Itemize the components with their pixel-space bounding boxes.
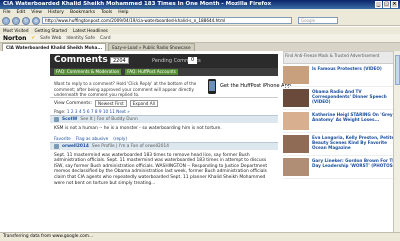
- menu-tools[interactable]: Tools: [101, 9, 112, 16]
- faq-accounts-link[interactable]: FAQ: HuffPost Accounts: [125, 69, 178, 75]
- menu-bar: File Edit View History Bookmarks Tools H…: [0, 9, 400, 16]
- page-content: Comments 2204 Pending Comments 0 FAQ: Co…: [0, 51, 400, 232]
- comment-meta[interactable]: See Profile | I'm a Fan of orwell2014: [92, 144, 169, 149]
- favorite-link[interactable]: Favorite: [54, 135, 71, 142]
- comment-actions: Favorite Flag as abusive (reply): [50, 135, 278, 142]
- tab-bar: CIA Waterboarded Khalid Sheikh Moha... E…: [0, 43, 400, 51]
- tab-public-radio[interactable]: Eazy-e-Load » Public Radio Showcase: [108, 43, 195, 51]
- bookmark-latest-headlines[interactable]: Latest Headlines: [73, 27, 108, 34]
- story-thumbnail[interactable]: [283, 112, 309, 130]
- window-title: CIA Waterboarded Khalid Sheikh Mohammed …: [3, 1, 272, 7]
- forward-button[interactable]: ›: [12, 16, 20, 25]
- comments-section: Comments 2204 Pending Comments 0 FAQ: Co…: [50, 54, 291, 189]
- sidebar-story[interactable]: Gary Lineker: Gordon Brown For The Day L…: [283, 156, 400, 179]
- menu-history[interactable]: History: [48, 9, 64, 16]
- search-input[interactable]: Google: [298, 17, 338, 24]
- navigation-toolbar: ‹ › ↻ ⌂ http://www.huffingtonpost.com/20…: [0, 16, 400, 26]
- status-bar: Transferring data from www.google.com...: [0, 232, 400, 241]
- norton-toolbar: Norton ✔ Safe Web Identity Safe Card: [0, 34, 400, 43]
- sidebar-story[interactable]: Is Famous Protesters (VIDEO): [283, 64, 400, 87]
- window-controls: _ □ ×: [375, 1, 398, 8]
- menu-bookmarks[interactable]: Bookmarks: [70, 9, 95, 16]
- story-title[interactable]: Katherine Heigl STARING On 'Grey's Anato…: [312, 112, 400, 130]
- tab-huffpost[interactable]: CIA Waterboarded Khalid Sheikh Moha...: [2, 43, 107, 51]
- sidebar: Find Anti-Freeze Mask & Trusted Advertis…: [283, 51, 400, 232]
- story-thumbnail[interactable]: [283, 66, 309, 84]
- sidebar-story[interactable]: Obama Radio And TV Correspondents' Dinne…: [283, 87, 400, 110]
- faq-comments-link[interactable]: FAQ: Comments & Moderation: [54, 69, 122, 75]
- norton-card[interactable]: Card: [100, 36, 111, 41]
- menu-help[interactable]: Help: [118, 9, 128, 16]
- comment-body: Sept. 11 mastermind was waterboarded 183…: [54, 152, 268, 186]
- story-title[interactable]: Is Famous Protesters (VIDEO): [312, 66, 382, 84]
- scrollbar-thumb[interactable]: [395, 55, 400, 85]
- iphone-app-link[interactable]: Get the HuffPost iPhone App: [220, 83, 291, 89]
- reply-link[interactable]: (reply): [113, 135, 127, 142]
- story-thumbnail[interactable]: [283, 135, 309, 153]
- pager-pages[interactable]: 1 2 3 4 5 6 7 8 9 10 11 Next »: [67, 109, 130, 114]
- story-title[interactable]: Gary Lineker: Gordon Brown For The Day L…: [312, 158, 400, 176]
- minimize-button[interactable]: _: [375, 1, 382, 8]
- faq-row: FAQ: Comments & Moderation FAQ: HuffPost…: [50, 68, 278, 76]
- user-avatar-icon: [54, 117, 59, 122]
- bookmark-getting-started[interactable]: Getting Started: [35, 27, 67, 34]
- sidebar-story[interactable]: Eva Longoria, Kelly Preston, Petite Beau…: [283, 133, 400, 156]
- page-scrollbar[interactable]: [393, 51, 400, 232]
- comment-meta[interactable]: See It | Fan of Buddy Dunn: [80, 117, 137, 122]
- maximize-button[interactable]: □: [383, 1, 390, 8]
- reload-button[interactable]: ↻: [22, 16, 30, 25]
- pager: Page: 1 2 3 4 5 6 7 8 9 10 11 Next »: [50, 108, 278, 115]
- back-button[interactable]: ‹: [2, 16, 10, 25]
- comment-header: ScotW See It | Fan of Buddy Dunn: [50, 115, 278, 123]
- window-titlebar: CIA Waterboarded Khalid Sheikh Mohammed …: [0, 0, 400, 9]
- status-text: Transferring data from www.google.com...: [3, 234, 94, 239]
- comment-user[interactable]: orwell2014: [62, 144, 89, 149]
- menu-view[interactable]: View: [31, 9, 42, 16]
- view-comments-label: View Comments:: [54, 100, 93, 106]
- story-thumbnail[interactable]: [283, 89, 309, 107]
- close-button[interactable]: ×: [391, 1, 398, 8]
- comments-count: 2204: [110, 57, 129, 64]
- menu-edit[interactable]: Edit: [17, 9, 26, 16]
- home-button[interactable]: ⌂: [32, 16, 40, 25]
- comments-header: Comments 2204 Pending Comments 0: [50, 54, 278, 68]
- norton-check-icon: ✔: [31, 35, 36, 41]
- comment-user[interactable]: ScotW: [62, 117, 77, 122]
- reply-promo: Want to reply to a comment? Hold 'Click …: [50, 76, 291, 98]
- comments-title: Comments: [54, 55, 108, 65]
- sort-select[interactable]: Newest First: [95, 99, 127, 107]
- norton-logo: Norton: [3, 34, 27, 42]
- story-title[interactable]: Obama Radio And TV Correspondents' Dinne…: [312, 89, 400, 107]
- pending-comments-count: 0: [188, 57, 198, 64]
- sidebar-story[interactable]: Katherine Heigl STARING On 'Grey's Anato…: [283, 110, 400, 133]
- view-comments-row: View Comments: Newest First Expand All: [50, 98, 278, 108]
- menu-file[interactable]: File: [3, 9, 11, 16]
- norton-safe-web[interactable]: Safe Web: [40, 36, 61, 41]
- expand-select[interactable]: Expand All: [129, 99, 158, 107]
- address-bar[interactable]: http://www.huffingtonpost.com/2009/04/19…: [42, 17, 292, 24]
- bookmarks-toolbar: Most Visited Getting Started Latest Head…: [0, 27, 400, 34]
- pager-label: Page:: [54, 109, 66, 114]
- comment-header: orwell2014 See Profile | I'm a Fan of or…: [50, 141, 278, 150]
- iphone-icon[interactable]: [208, 79, 216, 94]
- user-avatar-icon: [54, 143, 59, 149]
- flag-abusive-link[interactable]: Flag as abusive: [76, 135, 108, 142]
- story-title[interactable]: Eva Longoria, Kelly Preston, Petite Beau…: [312, 135, 400, 153]
- norton-identity-safe[interactable]: Identity Safe: [66, 36, 95, 41]
- promo-text: Want to reply to a comment? Hold 'Click …: [54, 81, 197, 97]
- sidebar-ad[interactable]: Find Anti-Freeze Mask & Trusted Advertis…: [283, 51, 400, 64]
- story-thumbnail[interactable]: [283, 158, 309, 176]
- comment-body: KSM is not a human -- he is a monster - …: [54, 126, 222, 131]
- bookmark-most-visited[interactable]: Most Visited: [3, 27, 29, 34]
